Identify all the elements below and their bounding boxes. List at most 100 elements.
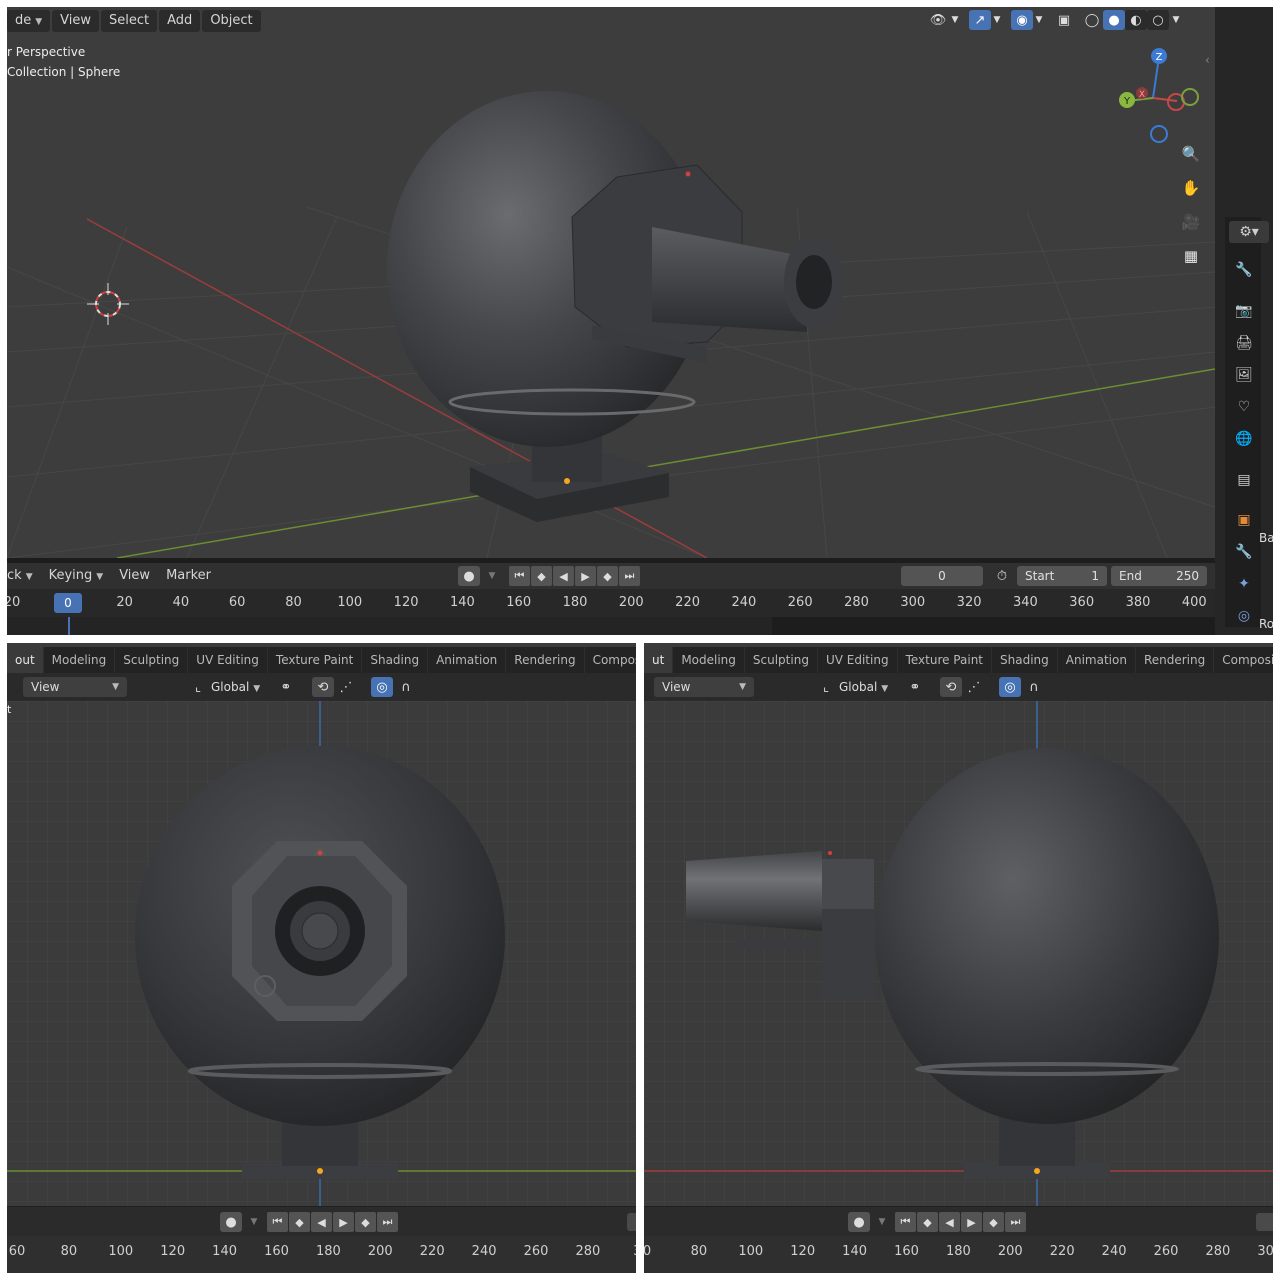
record-keyframe-icon[interactable]: ● — [458, 566, 480, 586]
workspace-tab[interactable]: out — [7, 647, 44, 673]
workspace-tab[interactable]: Texture Paint — [268, 647, 363, 673]
overlays-toggle-icon[interactable]: ◉ — [1011, 10, 1033, 30]
wireframe-shading-icon[interactable]: ◯ — [1081, 10, 1103, 30]
keying-menu[interactable]: Keying ▼ — [41, 565, 112, 587]
proportional-edit-icon[interactable]: ◎ — [999, 677, 1021, 697]
next-keyframe-icon[interactable]: ◆ — [597, 566, 618, 586]
timeline-ruler[interactable]: 0 80 100 120 140 160 180 200 220 240 260 280 300 — [644, 1236, 1273, 1273]
workspace-tab[interactable]: UV Editing — [188, 647, 268, 673]
timeline-ruler[interactable]: 60 80 100 120 140 160 180 200 220 240 260 280 3( — [7, 1236, 636, 1273]
prev-keyframe-icon[interactable]: ◆ — [531, 566, 552, 586]
physics-icon[interactable]: ◎ — [1233, 605, 1255, 627]
view-layer-icon[interactable]: 🖼 — [1233, 364, 1255, 386]
perspective-grid-icon[interactable]: ▦ — [1178, 243, 1204, 269]
chevron-down-icon[interactable]: ▼ — [243, 1212, 265, 1232]
chevron-down-icon[interactable]: ▼ — [991, 10, 1003, 30]
record-keyframe-icon[interactable]: ● — [848, 1212, 870, 1232]
jump-end-icon[interactable]: ⏭ — [377, 1212, 398, 1232]
falloff-curve-icon[interactable]: ∩ — [395, 677, 417, 697]
play-reverse-icon[interactable]: ◀ — [553, 566, 574, 586]
camera-view-icon[interactable]: 🎥 — [1178, 209, 1204, 235]
menu-add[interactable]: Add — [159, 10, 201, 32]
modifier-wrench-icon[interactable]: 🔧 — [1233, 541, 1255, 563]
mode-menu[interactable]: de ▼ — [7, 10, 51, 32]
snap-target-icon[interactable]: ⋰ — [335, 677, 357, 697]
chevron-down-icon[interactable]: ▼ — [481, 566, 503, 586]
menu-object[interactable]: Object — [202, 10, 261, 32]
workspace-tab[interactable]: ut — [644, 647, 674, 673]
playhead-handle[interactable]: 0 — [54, 593, 82, 613]
particles-icon[interactable]: ✦ — [1233, 573, 1255, 595]
workspace-tab[interactable]: UV Editing — [818, 647, 898, 673]
next-keyframe-icon[interactable]: ◆ — [355, 1212, 376, 1232]
view-dropdown[interactable]: View ▼ — [654, 677, 754, 697]
object-properties-icon[interactable]: ▣ — [1233, 509, 1255, 531]
transform-orientation-dropdown[interactable]: Global ▼ — [839, 677, 888, 699]
workspace-tab[interactable]: Rendering — [1136, 647, 1215, 673]
tool-settings-icon[interactable]: 🔧 — [1233, 259, 1255, 281]
chevron-down-icon[interactable]: ▼ — [949, 10, 961, 30]
collection-properties-icon[interactable]: ▤ — [1233, 469, 1255, 491]
pivot-point-icon[interactable]: ⚭ — [904, 677, 926, 697]
jump-end-icon[interactable]: ⏭ — [619, 566, 640, 586]
playback-menu[interactable]: ck ▼ — [7, 565, 41, 587]
start-frame-field[interactable]: Start 1 — [1017, 566, 1107, 586]
pivot-point-icon[interactable]: ⚭ — [275, 677, 297, 697]
output-properties-icon[interactable]: 🖨 — [1233, 332, 1255, 354]
chevron-down-icon[interactable]: ▼ — [871, 1212, 893, 1232]
pan-hand-icon[interactable]: ✋ — [1178, 175, 1204, 201]
workspace-tab[interactable]: Rendering — [506, 647, 585, 673]
transform-orientation-dropdown[interactable]: Global ▼ — [211, 677, 260, 699]
render-properties-icon[interactable]: 📷 — [1233, 300, 1255, 322]
workspace-tab[interactable]: Compositing — [585, 647, 636, 673]
gizmo-toggle-icon[interactable]: ↗ — [969, 10, 991, 30]
workspace-tab[interactable]: Animation — [1058, 647, 1136, 673]
workspace-tab[interactable]: Shading — [362, 647, 429, 673]
play-icon[interactable]: ▶ — [575, 566, 596, 586]
timeline-ruler[interactable]: 20 20 40 60 80 100 120 140 160 180 200 220 240 260 280… — [7, 589, 1215, 635]
prev-keyframe-icon[interactable]: ◆ — [917, 1212, 938, 1232]
transform-orientation-icon[interactable]: ⌞ — [815, 677, 837, 697]
jump-end-icon[interactable]: ⏭ — [1005, 1212, 1026, 1232]
chevron-down-icon[interactable]: ▼ — [1169, 10, 1183, 30]
sidebar-toggle-arrow-icon[interactable]: ‹ — [1205, 53, 1210, 67]
frame-field-stub[interactable] — [1256, 1213, 1273, 1231]
menu-view[interactable]: View — [52, 10, 100, 32]
snap-toggle-icon[interactable]: ⟲ — [312, 677, 334, 697]
play-reverse-icon[interactable]: ◀ — [311, 1212, 332, 1232]
timeline-view-menu[interactable]: View — [111, 565, 158, 587]
falloff-curve-icon[interactable]: ∩ — [1023, 677, 1045, 697]
editor-type-icon[interactable]: ⚙▾ — [1229, 221, 1269, 243]
current-frame-field[interactable]: 0 — [901, 566, 983, 586]
view-dropdown[interactable]: View ▼ — [23, 677, 127, 697]
jump-start-icon[interactable]: ⏮ — [509, 566, 530, 586]
scene-properties-icon[interactable]: ♡ — [1233, 396, 1255, 418]
prev-keyframe-icon[interactable]: ◆ — [289, 1212, 310, 1232]
workspace-tab[interactable]: Sculpting — [745, 647, 818, 673]
workspace-tab[interactable]: Shading — [992, 647, 1058, 673]
frame-field-stub[interactable] — [627, 1213, 636, 1231]
end-frame-field[interactable]: End 250 — [1111, 566, 1207, 586]
workspace-tab[interactable]: Animation — [428, 647, 507, 673]
viewport-perspective[interactable]: de ▼ View Select Add Object 👁 ▼ ↗ ▼ ◉ ▼ ▣… — [7, 7, 1215, 558]
material-shading-icon[interactable]: ◐ — [1125, 10, 1147, 30]
solid-shading-icon[interactable]: ● — [1103, 10, 1125, 30]
navigation-gizmo[interactable]: Z Y X — [1107, 43, 1207, 143]
zoom-icon[interactable]: 🔍 — [1178, 141, 1204, 167]
play-icon[interactable]: ▶ — [961, 1212, 982, 1232]
world-properties-icon[interactable]: 🌐 — [1233, 428, 1255, 450]
chevron-down-icon[interactable]: ▼ — [1033, 10, 1045, 30]
workspace-tab[interactable]: Modeling — [673, 647, 745, 673]
workspace-tab[interactable]: Texture Paint — [898, 647, 992, 673]
next-keyframe-icon[interactable]: ◆ — [983, 1212, 1004, 1232]
jump-start-icon[interactable]: ⏮ — [895, 1212, 916, 1232]
workspace-tab[interactable]: Compositing — [1214, 647, 1273, 673]
play-reverse-icon[interactable]: ◀ — [939, 1212, 960, 1232]
marker-menu[interactable]: Marker — [158, 565, 219, 587]
rendered-shading-icon[interactable]: ○ — [1147, 10, 1169, 30]
front-orthographic-viewport[interactable]: t — [7, 701, 636, 1206]
snap-toggle-icon[interactable]: ⟲ — [940, 677, 962, 697]
workspace-tab[interactable]: Sculpting — [115, 647, 189, 673]
play-icon[interactable]: ▶ — [333, 1212, 354, 1232]
record-keyframe-icon[interactable]: ● — [220, 1212, 242, 1232]
